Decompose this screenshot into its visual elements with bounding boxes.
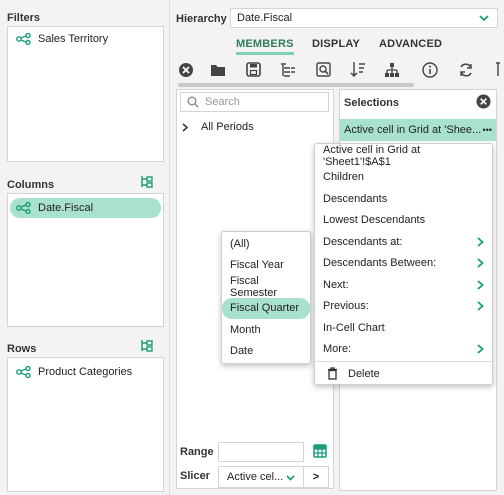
columns-hierarchy-picker-icon[interactable] (140, 175, 154, 189)
info-icon[interactable] (422, 62, 438, 78)
levels-menu: (All) Fiscal Year Fiscal Semester Fiscal… (221, 231, 311, 364)
filters-title: Filters (7, 12, 41, 24)
trash-icon (328, 367, 337, 380)
column-item-label: Date.Fiscal (38, 202, 94, 214)
tree-item-label: All Periods (201, 121, 254, 133)
tree-view-icon[interactable] (280, 62, 296, 77)
save-icon[interactable] (246, 62, 261, 77)
level-item-all[interactable]: (All) (222, 233, 310, 255)
menu-item-children[interactable]: Children (315, 167, 492, 189)
chevron-right-icon (477, 280, 484, 290)
menu-item-descendants-at[interactable]: Descendants at: (315, 231, 492, 253)
menu-item-next[interactable]: Next: (315, 274, 492, 296)
filters-box[interactable]: Sales Territory (7, 26, 164, 162)
rows-hierarchy-picker-icon[interactable] (140, 339, 154, 353)
rows-box[interactable]: Product Categories (7, 357, 164, 492)
clear-selections-icon[interactable] (476, 94, 491, 109)
chevron-down-icon (286, 475, 295, 481)
slicer-label: Slicer (180, 470, 210, 482)
level-item-fiscal-year[interactable]: Fiscal Year (222, 255, 310, 277)
context-menu: Active cell in Grid at 'Sheet1'!$A$1 Chi… (314, 143, 493, 385)
menu-item-previous[interactable]: Previous: (315, 296, 492, 318)
hierarchy-icon (16, 366, 31, 378)
range-select-icon[interactable] (313, 444, 327, 458)
chevron-down-icon (479, 15, 489, 22)
slicer-next-button[interactable]: > (303, 466, 329, 488)
range-input[interactable] (218, 442, 304, 462)
menu-item-descendants[interactable]: Descendants (315, 188, 492, 210)
hierarchy-value: Date.Fiscal (237, 12, 293, 24)
slicer-dropdown[interactable]: Active cel... (218, 466, 304, 488)
row-item-label: Product Categories (38, 366, 133, 378)
columns-box[interactable]: Date.Fiscal (7, 193, 164, 327)
filter-item-sales-territory[interactable]: Sales Territory (16, 33, 108, 45)
menu-item-descendants-between[interactable]: Descendants Between: (315, 253, 492, 275)
selections-title: Selections (344, 97, 400, 109)
search-level-icon[interactable] (316, 62, 331, 77)
level-item-fiscal-semester[interactable]: Fiscal Semester (222, 275, 310, 299)
folder-icon[interactable] (210, 63, 226, 77)
tree-item-all-periods[interactable]: All Periods (182, 121, 254, 133)
row-item-product-categories[interactable]: Product Categories (16, 366, 132, 378)
slicer-next-symbol: > (312, 471, 320, 483)
search-icon (187, 96, 199, 108)
hierarchy-icon (16, 33, 31, 45)
columns-title: Columns (7, 179, 55, 191)
hierarchy-dropdown[interactable]: Date.Fiscal (230, 8, 498, 28)
pin-icon[interactable] (494, 62, 502, 78)
range-label: Range (180, 446, 214, 458)
more-options-icon[interactable]: ••• (483, 125, 492, 135)
tab-display[interactable]: DISPLAY (312, 38, 360, 50)
hierarchy-label: Hierarchy (176, 13, 227, 25)
chevron-right-icon (477, 301, 484, 311)
menu-item-delete[interactable]: Delete (315, 363, 492, 385)
rows-title: Rows (7, 343, 37, 355)
level-item-fiscal-quarter[interactable]: Fiscal Quarter (222, 297, 310, 319)
tab-members[interactable]: MEMBERS (236, 38, 294, 55)
selection-item[interactable]: Active cell in Grid at 'Shee... ••• (340, 119, 496, 141)
tab-advanced[interactable]: ADVANCED (379, 38, 442, 50)
menu-item-lowest-descendants[interactable]: Lowest Descendants (315, 210, 492, 232)
chevron-right-icon[interactable] (182, 122, 189, 132)
chevron-right-icon (477, 344, 484, 354)
column-item-date-fiscal[interactable]: Date.Fiscal (10, 198, 161, 218)
toolbar-scrollbar[interactable] (178, 83, 414, 87)
level-item-date[interactable]: Date (222, 341, 310, 363)
refresh-icon[interactable] (458, 62, 474, 78)
clear-icon[interactable] (178, 62, 194, 78)
slicer-value: Active cel... (227, 471, 284, 483)
hierarchy-icon (16, 202, 31, 214)
search-input[interactable]: Search (180, 92, 329, 112)
menu-item-active-cell[interactable]: Active cell in Grid at 'Sheet1'!$A$1 (315, 144, 492, 168)
hierarchy-tree-icon[interactable] (384, 62, 400, 78)
selection-item-label: Active cell in Grid at 'Shee... (344, 124, 482, 136)
filter-item-label: Sales Territory (38, 33, 109, 45)
toolbar (176, 60, 504, 80)
menu-separator (315, 361, 492, 362)
chevron-right-icon (477, 237, 484, 247)
menu-item-in-cell-chart[interactable]: In-Cell Chart (315, 317, 492, 339)
sort-icon[interactable] (350, 61, 366, 78)
chevron-right-icon (477, 258, 484, 268)
search-placeholder: Search (205, 96, 240, 108)
menu-item-more[interactable]: More: (315, 339, 492, 361)
level-item-month[interactable]: Month (222, 319, 310, 341)
